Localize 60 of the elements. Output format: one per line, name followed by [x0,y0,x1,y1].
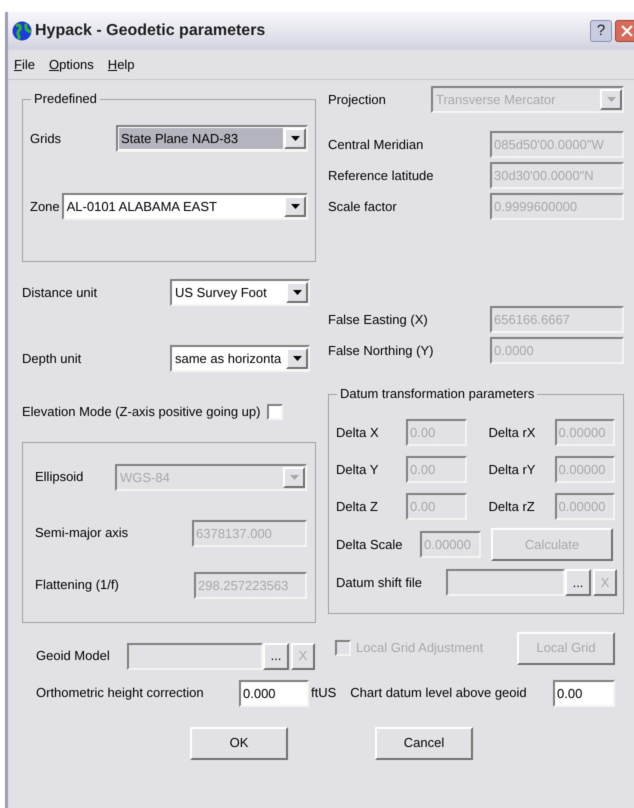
dropdown-value: Transverse Mercator [435,91,556,109]
field-label: Chart datum level above geoid [350,684,527,702]
field-label: False Easting (X) [328,310,429,329]
caret-icon [606,97,616,102]
field-label: Geoid Model [36,647,111,666]
window-title: Hypack - Geodetic parameters [35,21,266,41]
dropdown-value: WGS-84 [119,468,171,486]
field-label: Delta rZ [488,498,536,516]
menu-item[interactable]: Options [48,54,94,74]
caret-icon [292,356,302,361]
dropdown[interactable]: same as horizonta [170,345,310,372]
field-label: Reference latitude [328,166,435,185]
field-label: Datum shift file [336,574,423,592]
field-label: Ellipsoid [35,468,84,486]
field-label: Flattening (1/f) [35,576,120,594]
field-label: Zone [30,198,60,216]
dropdown-value: same as horizonta [174,350,282,368]
help-button[interactable]: ? [590,20,612,42]
checkbox[interactable] [267,404,284,420]
field-label: Delta X [336,424,380,442]
globe-icon [12,21,32,41]
dropdown-button[interactable] [286,348,308,369]
dropdown-value: State Plane NAD-83 [119,128,283,149]
field-label: Delta rX [488,424,536,442]
push-button[interactable]: Cancel [375,726,473,760]
field-label: Orthometric height correction [36,684,205,702]
dropdown-value: US Survey Foot [174,284,268,302]
dropdown-button[interactable] [284,196,306,217]
field-label: Delta Y [336,460,380,479]
field-label: Projection [328,90,387,109]
dropdown-button[interactable] [284,128,306,149]
input-field[interactable]: 0.00 [553,680,615,706]
caret-icon [290,474,298,480]
dropdown-value: AL-0101 ALABAMA EAST [66,198,218,216]
menu-item[interactable]: Help [108,54,135,74]
field-label: Delta Z [336,498,379,516]
field-label: Local Grid Adjustment [356,639,484,658]
dropdown[interactable]: US Survey Foot [170,279,310,306]
field-label: False Northing (Y) [328,342,434,360]
field-label: Delta Scale [336,536,404,554]
dropdown[interactable]: State Plane NAD-83 [116,125,308,152]
menu-item[interactable]: File [14,54,35,74]
push-button[interactable]: OK [190,726,288,760]
field-label: Central Meridian [328,136,424,154]
caret-icon [292,290,302,295]
field-label: Semi-major axis [35,524,130,542]
dropdown[interactable]: AL-0101 ALABAMA EAST [62,193,308,220]
field-label: Depth unit [22,350,82,368]
group-title: Datum transformation parameters [337,386,538,402]
close-icon [620,24,634,38]
caret-icon [290,136,300,141]
input-field[interactable]: 0.000 [239,680,309,706]
field-label: Delta rY [488,460,536,479]
field-label: Distance unit [22,284,98,302]
field-label: Elevation Mode (Z-axis positive going up) [22,403,260,421]
dropdown-button[interactable] [286,282,308,303]
caret-icon [290,204,300,209]
field-label: ftUS [311,684,336,702]
field-label: Scale factor [328,198,398,216]
field-label: Grids [30,130,62,148]
